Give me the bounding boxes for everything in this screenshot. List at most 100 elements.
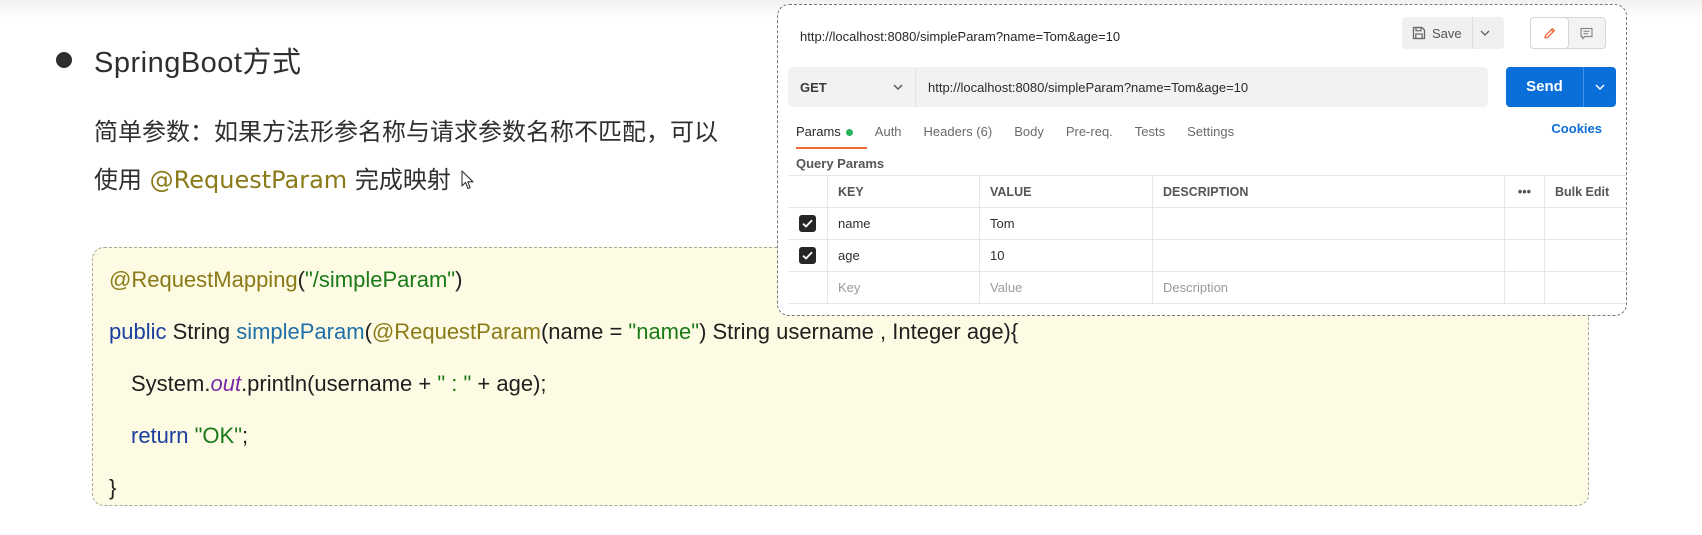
code-paren: (: [364, 319, 372, 344]
chevron-down-icon: [1595, 84, 1605, 90]
chevron-down-icon: [893, 84, 903, 90]
table-header-row: KEY VALUE DESCRIPTION ••• Bulk Edit: [788, 176, 1626, 208]
bullet-title: SpringBoot方式: [94, 47, 302, 79]
bulk-edit-button[interactable]: Bulk Edit: [1545, 176, 1626, 207]
desc-prefix: 使用: [94, 166, 150, 194]
postman-panel: http://localhost:8080/simpleParam?name=T…: [777, 4, 1627, 316]
code-brace: }: [109, 475, 117, 500]
table-row: age 10: [788, 240, 1626, 272]
param-description[interactable]: [1153, 240, 1505, 271]
code-line-3: System.out.println(username + " : " + ag…: [131, 371, 547, 397]
code-paren: (: [297, 267, 305, 292]
code-annotation: @RequestParam: [371, 319, 541, 344]
row-more-cell: [1505, 208, 1545, 239]
row-checkbox[interactable]: [799, 247, 816, 264]
checkmark-icon: [802, 219, 813, 228]
code-type: String: [166, 319, 237, 344]
code-annotation: @RequestMapping: [109, 267, 298, 292]
save-icon: [1412, 26, 1426, 40]
row-bulk-cell: [1545, 208, 1626, 239]
row-checkbox-cell: [788, 240, 828, 271]
code-paren: ): [455, 267, 463, 292]
param-key[interactable]: age: [828, 240, 980, 271]
code-call: .println(username +: [241, 371, 438, 396]
save-group: Save: [1402, 17, 1504, 49]
code-rest: + age);: [471, 371, 547, 396]
code-method-name: simpleParam: [236, 319, 365, 344]
cookies-link[interactable]: Cookies: [1551, 121, 1602, 136]
code-line-2: public String simpleParam(@RequestParam(…: [109, 319, 1018, 345]
request-tabs: Params Auth Headers (6) Body Pre-req. Te…: [796, 121, 1256, 149]
code-string: " : ": [437, 371, 472, 396]
code-string: "OK": [194, 423, 243, 448]
code-rest: ) String username , Integer age){: [699, 319, 1019, 344]
method-select[interactable]: GET: [788, 67, 916, 107]
pencil-icon: [1544, 27, 1556, 39]
send-options-button[interactable]: [1584, 84, 1616, 90]
code-semicolon: ;: [242, 423, 249, 448]
tab-headers[interactable]: Headers (6): [924, 124, 993, 143]
save-button[interactable]: Save: [1402, 17, 1473, 49]
param-description[interactable]: [1153, 208, 1505, 239]
url-input[interactable]: [916, 67, 1488, 107]
header-description: DESCRIPTION: [1153, 176, 1505, 207]
code-string: "/simpleParam": [305, 267, 456, 292]
request-bar: GET: [788, 67, 1488, 107]
table-row: name Tom: [788, 208, 1626, 240]
bullet-heading: SpringBoot方式: [56, 40, 302, 80]
code-static-field: out: [210, 371, 242, 396]
tab-pre-request[interactable]: Pre-req.: [1066, 124, 1113, 143]
tab-tests[interactable]: Tests: [1135, 124, 1165, 143]
method-label: GET: [800, 79, 827, 95]
send-button[interactable]: Send: [1506, 67, 1616, 107]
tab-params[interactable]: Params: [796, 124, 867, 149]
code-args: (name =: [540, 319, 629, 344]
code-class: System.: [131, 371, 211, 396]
table-row-new: Key Value Description: [788, 272, 1626, 304]
tab-auth[interactable]: Auth: [875, 124, 902, 143]
active-params-dot: [845, 128, 853, 136]
tab-body[interactable]: Body: [1014, 124, 1044, 143]
param-key[interactable]: name: [828, 208, 980, 239]
new-key-input[interactable]: Key: [828, 272, 980, 303]
save-options-button[interactable]: [1473, 17, 1497, 49]
bullet-dot: [56, 52, 72, 68]
description-line-1: 简单参数：如果方法形参名称与请求参数名称不匹配，可以: [94, 118, 718, 146]
code-line-5: }: [109, 475, 116, 501]
params-table: KEY VALUE DESCRIPTION ••• Bulk Edit name…: [788, 175, 1626, 304]
header-check-cell: [788, 176, 828, 207]
row-more-cell: [1505, 272, 1545, 303]
row-checkbox[interactable]: [799, 215, 816, 232]
tab-settings[interactable]: Settings: [1187, 124, 1234, 143]
code-line-4: return "OK";: [131, 423, 248, 449]
desc-annotation: @RequestParam: [149, 166, 348, 194]
param-value[interactable]: Tom: [980, 208, 1153, 239]
view-toggle: [1530, 17, 1606, 49]
new-description-input[interactable]: Description: [1153, 272, 1505, 303]
new-value-input[interactable]: Value: [980, 272, 1153, 303]
header-key: KEY: [828, 176, 980, 207]
checkmark-icon: [802, 251, 813, 260]
row-bulk-cell: [1545, 272, 1626, 303]
edit-mode-button[interactable]: [1531, 18, 1568, 48]
code-line-1: @RequestMapping("/simpleParam"): [109, 267, 462, 293]
code-keyword: return: [131, 423, 189, 448]
request-title-url: http://localhost:8080/simpleParam?name=T…: [800, 29, 1121, 44]
param-value[interactable]: 10: [980, 240, 1153, 271]
row-checkbox-cell: [788, 208, 828, 239]
mouse-cursor-icon: [461, 170, 474, 190]
header-value: VALUE: [980, 176, 1153, 207]
comments-button[interactable]: [1568, 18, 1605, 48]
code-string: "name": [628, 319, 700, 344]
description-line-2: 使用 @RequestParam 完成映射: [94, 160, 451, 195]
row-more-cell: [1505, 240, 1545, 271]
chevron-down-icon: [1480, 30, 1490, 36]
more-options-button[interactable]: •••: [1505, 176, 1545, 207]
comment-icon: [1580, 27, 1593, 39]
row-bulk-cell: [1545, 240, 1626, 271]
query-params-label: Query Params: [796, 156, 885, 171]
code-keyword: public: [109, 319, 167, 344]
save-label: Save: [1432, 25, 1462, 41]
desc-suffix: 完成映射: [347, 166, 451, 194]
send-label: Send: [1506, 67, 1584, 107]
